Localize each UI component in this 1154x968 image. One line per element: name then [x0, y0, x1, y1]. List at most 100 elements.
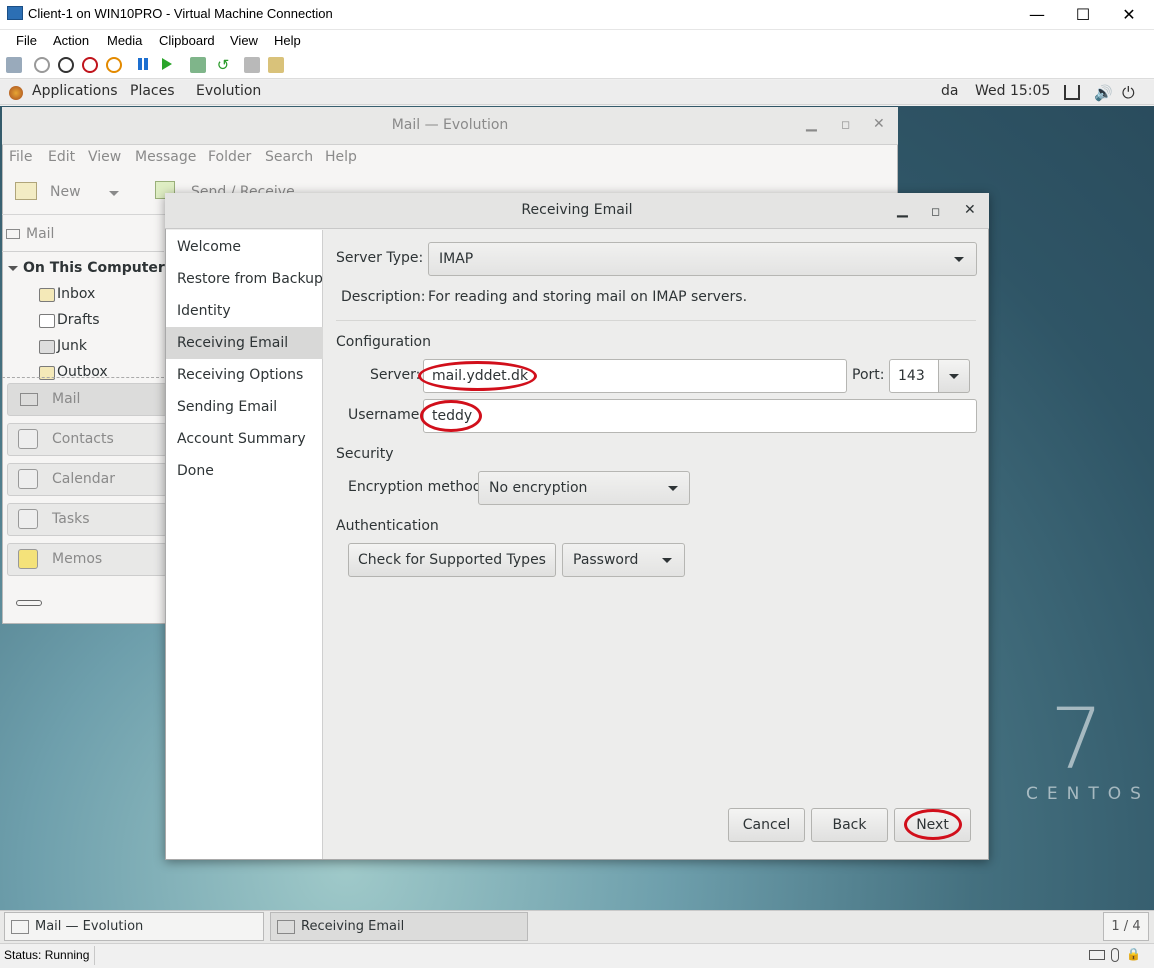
auth-type-value: Password	[573, 552, 639, 568]
applications-icon	[9, 86, 23, 100]
step-welcome[interactable]: Welcome	[166, 231, 323, 263]
evolution-app-menu[interactable]: Evolution	[196, 83, 261, 99]
host-menu-action[interactable]: Action	[53, 33, 89, 48]
encryption-method-label: Encryption method:	[348, 479, 487, 495]
encryption-method-combo[interactable]: No encryption	[478, 471, 690, 505]
junk-icon	[39, 340, 55, 354]
dialog-close-icon[interactable]: ✕	[964, 202, 976, 218]
port-input[interactable]: 143	[889, 359, 939, 393]
start-icon[interactable]	[34, 57, 50, 73]
host-menu-help[interactable]: Help	[274, 33, 301, 48]
step-restore-from-backup[interactable]: Restore from Backup	[166, 263, 323, 295]
centos-logo-word: CENTOS	[1026, 784, 1150, 804]
server-type-dropdown-icon[interactable]	[954, 257, 964, 262]
evo-menu-search[interactable]: Search	[265, 149, 313, 165]
shut-down-icon[interactable]	[82, 57, 98, 73]
folder-junk[interactable]: Junk	[57, 338, 87, 354]
back-button[interactable]: Back	[811, 808, 888, 842]
vm-monitor-icon	[7, 6, 23, 20]
evolution-maximize-icon[interactable]: ◻	[841, 118, 850, 131]
host-menu-clipboard[interactable]: Clipboard	[159, 33, 215, 48]
task-mail-evolution[interactable]: Mail — Evolution	[4, 912, 264, 941]
security-header: Security	[336, 446, 394, 462]
task-receiving-icon	[277, 919, 295, 934]
save-state-icon[interactable]	[106, 57, 122, 73]
dialog-minimize-icon[interactable]: ▁	[897, 202, 908, 218]
new-dropdown-icon[interactable]	[109, 191, 119, 196]
folder-inbox[interactable]: Inbox	[57, 286, 95, 302]
contacts-icon	[18, 429, 38, 449]
switcher-calendar-label: Calendar	[52, 471, 115, 487]
enhanced-session-icon[interactable]	[244, 57, 260, 73]
step-receiving-options[interactable]: Receiving Options	[166, 359, 323, 391]
configuration-header: Configuration	[336, 334, 431, 350]
step-done[interactable]: Done	[166, 455, 323, 487]
checkpoint-icon[interactable]	[190, 57, 206, 73]
server-type-combo[interactable]: IMAP	[428, 242, 977, 276]
evo-menu-help[interactable]: Help	[325, 149, 357, 165]
host-status-bar	[0, 943, 1154, 968]
evo-menu-file[interactable]: File	[9, 149, 32, 165]
step-account-summary[interactable]: Account Summary	[166, 423, 323, 455]
step-identity[interactable]: Identity	[166, 295, 323, 327]
auth-type-dropdown-icon[interactable]	[662, 558, 672, 563]
section-separator	[336, 320, 976, 321]
folder-drafts[interactable]: Drafts	[57, 312, 100, 328]
evolution-close-icon[interactable]: ✕	[873, 116, 885, 132]
offline-status-icon[interactable]	[16, 600, 42, 606]
port-label: Port:	[852, 367, 885, 383]
new-button[interactable]: New	[50, 184, 81, 200]
host-menu-file[interactable]: File	[16, 33, 37, 48]
username-label: Username:	[348, 407, 425, 423]
evolution-minimize-icon[interactable]: ▁	[806, 116, 817, 132]
cancel-button[interactable]: Cancel	[728, 808, 805, 842]
folder-group-on-this-computer[interactable]: On This Computer	[23, 260, 165, 276]
volume-icon[interactable]: 🔊	[1094, 84, 1113, 102]
port-value: 143	[898, 368, 925, 384]
host-toolbar	[0, 52, 1154, 79]
switcher-tasks-label: Tasks	[52, 511, 90, 527]
evo-menu-message[interactable]: Message	[135, 149, 196, 165]
annotation-ring-next	[904, 809, 962, 840]
workspace-indicator[interactable]: 1 / 4	[1103, 912, 1149, 941]
evolution-window-title: Mail — Evolution	[391, 117, 509, 133]
check-supported-types-button[interactable]: Check for Supported Types	[348, 543, 556, 577]
revert-icon[interactable]: ↺	[215, 57, 231, 73]
turn-off-icon[interactable]	[58, 57, 74, 73]
evo-menu-view[interactable]: View	[88, 149, 121, 165]
folder-outbox[interactable]: Outbox	[57, 364, 108, 378]
task-receiving-email[interactable]: Receiving Email	[270, 912, 528, 941]
keyboard-icon	[1089, 950, 1105, 960]
host-menu-media[interactable]: Media	[107, 33, 142, 48]
username-input[interactable]: teddy	[423, 399, 977, 433]
sidebar-mail-title: Mail	[26, 226, 55, 242]
pause-icon[interactable]	[138, 58, 142, 70]
step-receiving-email[interactable]: Receiving Email	[166, 327, 323, 359]
encryption-dropdown-icon[interactable]	[668, 486, 678, 491]
step-sending-email[interactable]: Sending Email	[166, 391, 323, 423]
host-window-title: Client-1 on WIN10PRO - Virtual Machine C…	[28, 6, 333, 21]
ctrl-alt-del-icon[interactable]	[6, 57, 22, 73]
mail-envelope-icon	[6, 229, 20, 239]
places-menu[interactable]: Places	[130, 83, 175, 99]
network-icon[interactable]	[1064, 85, 1080, 100]
share-icon[interactable]	[268, 57, 284, 73]
evo-menu-edit[interactable]: Edit	[48, 149, 75, 165]
clock[interactable]: Wed 15:05	[975, 83, 1050, 99]
port-dropdown-icon[interactable]	[949, 374, 959, 379]
mail-switch-icon	[20, 393, 38, 406]
resume-icon[interactable]	[162, 58, 172, 70]
mouse-icon	[1111, 948, 1119, 962]
applications-menu[interactable]: Applications	[32, 83, 118, 99]
switcher-contacts-label: Contacts	[52, 431, 114, 447]
host-menu-view[interactable]: View	[230, 33, 258, 48]
keyboard-layout-indicator[interactable]: da	[941, 83, 958, 99]
status-divider	[94, 946, 95, 965]
expand-arrow-icon[interactable]	[8, 266, 18, 271]
dialog-maximize-icon[interactable]: ◻	[931, 205, 940, 218]
close-icon[interactable]: ✕	[1106, 0, 1152, 30]
evo-menu-folder[interactable]: Folder	[208, 149, 251, 165]
maximize-icon[interactable]: ☐	[1060, 0, 1106, 30]
minimize-icon[interactable]: —	[1014, 0, 1060, 30]
power-icon[interactable]: ⏻	[1122, 83, 1135, 103]
